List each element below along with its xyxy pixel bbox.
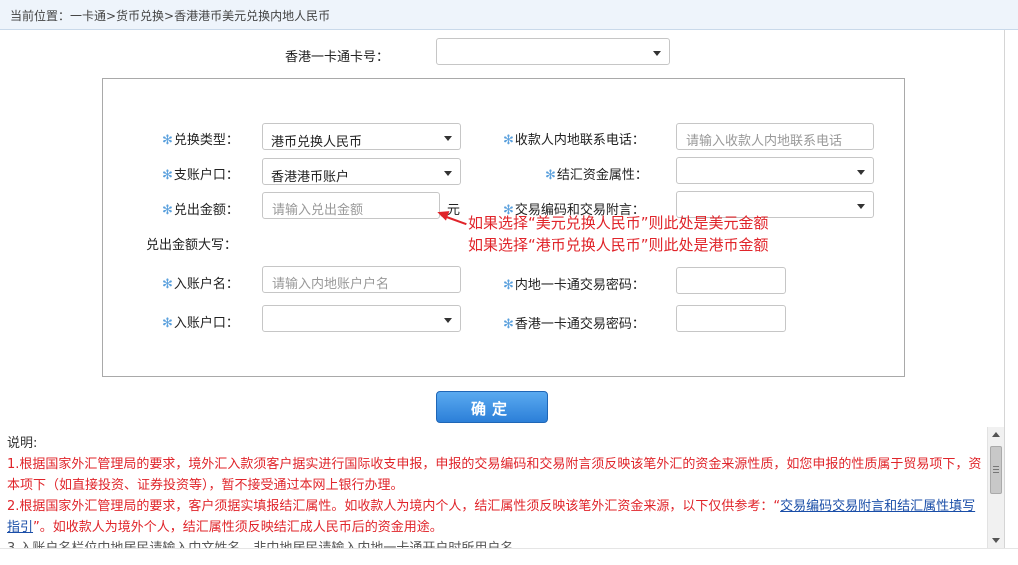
breadcrumb: 当前位置：一卡通>货币兑换>香港港币美元兑换内地人民币	[0, 0, 1018, 30]
required-star-icon: ✻	[162, 133, 173, 148]
hk-password-input[interactable]	[676, 305, 786, 332]
chevron-down-icon	[857, 170, 865, 175]
required-star-icon: ✻	[503, 278, 514, 293]
debit-account-value: 香港港币账户	[271, 170, 350, 185]
out-amount-unit: 元	[447, 203, 461, 218]
required-star-icon: ✻	[545, 168, 556, 183]
payee-phone-input[interactable]: 请输入收款人内地联系电话	[676, 123, 874, 150]
required-star-icon: ✻	[162, 277, 173, 292]
payee-name-input[interactable]: 请输入内地账户户名	[262, 266, 461, 293]
mainland-password-label: ✻内地一卡通交易密码：	[503, 278, 645, 293]
exchange-type-value: 港币兑换人民币	[271, 135, 363, 150]
instructions-scrollbar[interactable]	[987, 427, 1004, 548]
fx-attr-select[interactable]	[676, 157, 874, 184]
required-star-icon: ✻	[162, 168, 173, 183]
card-number-select[interactable]	[436, 38, 670, 65]
page-edge	[1004, 30, 1018, 565]
debit-account-select[interactable]: 香港港币账户	[262, 158, 461, 185]
annotation-usd: 如果选择“美元兑换人民币”则此处是美元金额	[468, 214, 769, 232]
payee-account-label: ✻入账户口：	[162, 316, 239, 331]
scrollbar-thumb[interactable]	[990, 446, 1002, 494]
debit-account-label: ✻支账户口：	[162, 168, 239, 183]
out-amount-upper-label: 兑出金额大写：	[146, 238, 238, 253]
chevron-down-icon	[653, 51, 661, 56]
out-amount-label: ✻兑出金额：	[162, 203, 239, 218]
annotation-hkd: 如果选择“港币兑换人民币”则此处是港币金额	[468, 236, 769, 254]
chevron-down-icon	[444, 136, 452, 141]
instructions-item-1: 1.根据国家外汇管理局的要求，境外汇入款须客户据实进行国际收支申报，申报的交易编…	[7, 457, 982, 493]
payee-account-select[interactable]	[262, 305, 461, 332]
instructions-item-3: 3.入账户名栏位中地居民请输入中文姓名，非中地居民请输入内地一卡通开户时所用户名…	[7, 538, 982, 548]
instructions-item-2: 2.根据国家外汇管理局的要求，客户须据实填报结汇属性。如收款人为境内个人，结汇属…	[7, 499, 976, 535]
scroll-down-icon[interactable]	[992, 538, 1000, 543]
fx-attr-label: ✻结汇资金属性：	[545, 168, 648, 183]
mainland-password-input[interactable]	[676, 267, 786, 294]
required-star-icon: ✻	[162, 316, 173, 331]
instructions-panel: 说明: 1.根据国家外汇管理局的要求，境外汇入款须客户据实进行国际收支申报，申报…	[2, 427, 986, 548]
scroll-up-icon[interactable]	[992, 432, 1000, 437]
required-star-icon: ✻	[162, 203, 173, 218]
exchange-type-label: ✻兑换类型：	[162, 133, 239, 148]
required-star-icon: ✻	[503, 317, 514, 332]
payee-phone-label: ✻收款人内地联系电话：	[503, 133, 645, 148]
hk-password-label: ✻香港一卡通交易密码：	[503, 317, 645, 332]
card-number-label: 香港一卡通卡号：	[285, 50, 390, 65]
confirm-button[interactable]: 确定	[436, 391, 548, 423]
payee-name-label: ✻入账户名：	[162, 277, 239, 292]
bottom-bar	[0, 548, 1018, 565]
chevron-down-icon	[857, 204, 865, 209]
out-amount-input[interactable]: 请输入兑出金额	[262, 192, 440, 219]
exchange-type-select[interactable]: 港币兑换人民币	[262, 123, 461, 150]
required-star-icon: ✻	[503, 133, 514, 148]
instructions-title: 说明:	[7, 436, 38, 451]
chevron-down-icon	[444, 318, 452, 323]
chevron-down-icon	[444, 171, 452, 176]
